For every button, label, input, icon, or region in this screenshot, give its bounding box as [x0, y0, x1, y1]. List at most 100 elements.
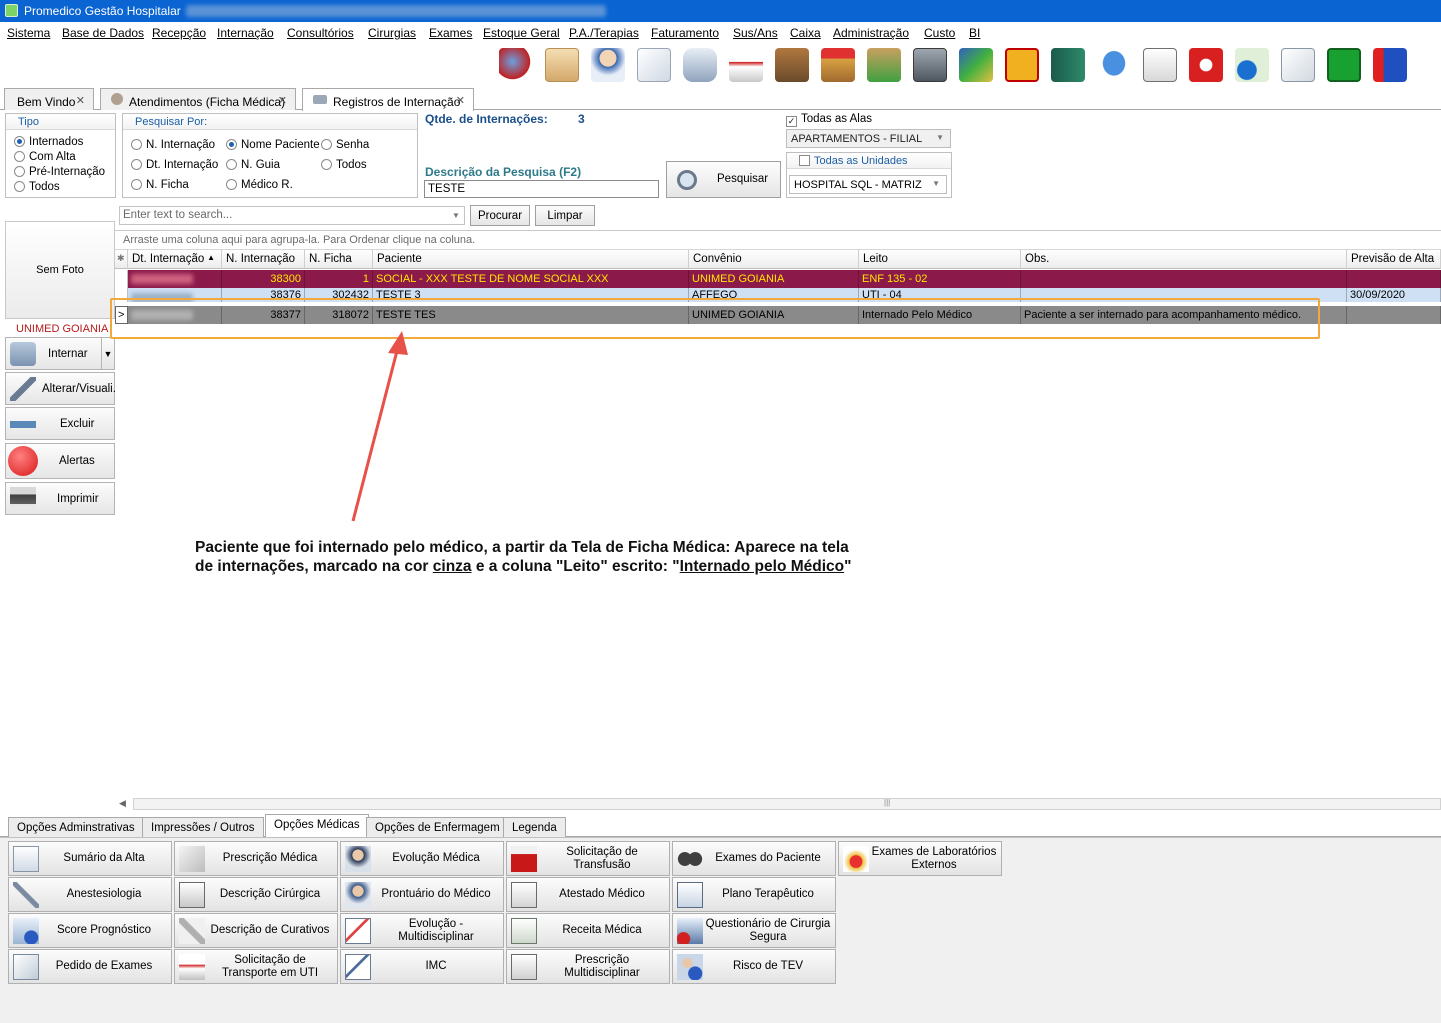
sumario-alta-button[interactable]: Sumário da Alta: [8, 841, 172, 876]
radio-n-internacao[interactable]: N. Internação: [131, 139, 215, 151]
chat-icon[interactable]: [1097, 48, 1131, 82]
limpar-button[interactable]: Limpar: [535, 205, 595, 226]
scroll-grip-icon[interactable]: |||: [884, 798, 890, 807]
alas-select[interactable]: APARTAMENTOS - FILIAL ▼: [786, 129, 951, 148]
menu-faturamento[interactable]: Faturamento: [651, 26, 719, 40]
tab-atendimentos[interactable]: Atendimentos (Ficha Médica) ✕: [100, 88, 296, 110]
score-prognostico-button[interactable]: Score Prognóstico: [8, 913, 172, 948]
menu-estoque-geral[interactable]: Estoque Geral: [483, 26, 560, 40]
radio-pre-internacao[interactable]: Pré-Internação: [14, 166, 105, 178]
radio-com-alta[interactable]: Com Alta: [14, 151, 76, 163]
col-obs[interactable]: Obs.: [1021, 249, 1347, 269]
scrollbar-track[interactable]: |||: [133, 798, 1441, 810]
radio-n-ficha[interactable]: N. Ficha: [131, 179, 189, 191]
horizontal-scrollbar[interactable]: ◀ |||: [115, 797, 1441, 811]
chevron-down-icon[interactable]: ▼: [452, 211, 460, 220]
internar-button[interactable]: Internar: [5, 337, 103, 370]
pedido-exames-button[interactable]: Pedido de Exames: [8, 949, 172, 984]
prontuario-medico-button[interactable]: Prontuário do Médico: [340, 877, 504, 912]
descricao-input[interactable]: TESTE: [424, 180, 659, 198]
menu-internacao[interactable]: Internação: [217, 26, 274, 40]
book-icon[interactable]: [1051, 48, 1085, 82]
menu-bi[interactable]: BI: [969, 26, 980, 40]
col-dt-internacao[interactable]: Dt. Internação ▲: [128, 249, 222, 269]
box-icon[interactable]: [775, 48, 809, 82]
web-icon[interactable]: [1235, 48, 1269, 82]
alterar-button[interactable]: Alterar/Visuali.: [5, 372, 116, 405]
menu-base-de-dados[interactable]: Base de Dados: [62, 26, 144, 40]
imc-button[interactable]: IMC: [340, 949, 504, 984]
chart-money-icon[interactable]: [959, 48, 993, 82]
radio-dt-internacao[interactable]: Dt. Internação: [131, 159, 218, 171]
grid-search-input[interactable]: Enter text to search...: [119, 206, 465, 225]
ecg-icon[interactable]: [1327, 48, 1361, 82]
tab-opcoes-enfermagem[interactable]: Opções de Enfermagem: [366, 817, 509, 837]
risco-tev-button[interactable]: Risco de TEV: [672, 949, 836, 984]
excluir-button[interactable]: Excluir: [5, 407, 115, 440]
radio-nome-paciente[interactable]: Nome Paciente: [226, 139, 320, 151]
tab-opcoes-medicas[interactable]: Opções Médicas: [265, 814, 369, 837]
menu-sus-ans[interactable]: Sus/Ans: [733, 26, 778, 40]
menu-consultorios[interactable]: Consultórios: [287, 26, 354, 40]
col-leito[interactable]: Leito: [859, 249, 1021, 269]
ambulance-icon[interactable]: [729, 48, 763, 82]
imprimir-button[interactable]: Imprimir: [5, 482, 115, 515]
safe-icon[interactable]: [913, 48, 947, 82]
users-icon[interactable]: [545, 48, 579, 82]
menu-cirurgias[interactable]: Cirurgias: [368, 26, 416, 40]
evolucao-multidisciplinar-button[interactable]: Evolução - Multidisciplinar: [340, 913, 504, 948]
radio-senha[interactable]: Senha: [321, 139, 369, 151]
power-icon[interactable]: [1189, 48, 1223, 82]
scroll-left-icon[interactable]: ◀: [119, 798, 126, 809]
descricao-curativos-button[interactable]: Descrição de Curativos: [174, 913, 338, 948]
alertas-button[interactable]: Alertas: [5, 443, 115, 479]
radio-todos-pesquisa[interactable]: Todos: [321, 159, 367, 171]
procurar-button[interactable]: Procurar: [470, 205, 530, 226]
agenda-icon[interactable]: [499, 48, 533, 82]
radio-medico-r[interactable]: Médico R.: [226, 179, 293, 191]
menu-sistema[interactable]: Sistema: [7, 26, 50, 40]
menu-pa-terapias[interactable]: P.A./Terapias: [569, 26, 639, 40]
close-icon[interactable]: ✕: [278, 94, 287, 107]
close-icon[interactable]: ✕: [76, 94, 85, 107]
menu-exames[interactable]: Exames: [429, 26, 472, 40]
col-paciente[interactable]: Paciente: [373, 249, 689, 269]
stock-down-icon[interactable]: [867, 48, 901, 82]
exames-paciente-button[interactable]: Exames do Paciente: [672, 841, 836, 876]
internar-dropdown[interactable]: ▼: [101, 337, 115, 370]
table-row[interactable]: 38300 1 SOCIAL - XXX TESTE DE NOME SOCIA…: [115, 270, 1441, 288]
contacts-icon[interactable]: [1373, 48, 1407, 82]
unidades-select[interactable]: HOSPITAL SQL - MATRIZ ▼: [789, 175, 947, 194]
close-icon[interactable]: ✕: [456, 94, 465, 107]
phone-icon[interactable]: [1005, 48, 1039, 82]
todas-unidades-checkbox[interactable]: Todas as Unidades: [787, 153, 951, 169]
prescricao-medica-button[interactable]: Prescrição Médica: [174, 841, 338, 876]
car-icon[interactable]: [683, 48, 717, 82]
prescricao-multidisciplinar-button[interactable]: Prescrição Multidisciplinar: [506, 949, 670, 984]
evolucao-medica-button[interactable]: Evolução Médica: [340, 841, 504, 876]
todas-alas-checkbox[interactable]: ✓ Todas as Alas: [786, 113, 872, 127]
radio-todos-tipo[interactable]: Todos: [14, 181, 60, 193]
menu-recepcao[interactable]: Recepção: [152, 26, 206, 40]
tab-registros-internacao[interactable]: Registros de Internação ✕: [302, 88, 474, 111]
anestesiologia-button[interactable]: Anestesiologia: [8, 877, 172, 912]
tab-legenda[interactable]: Legenda: [503, 817, 566, 837]
solicitacao-transfusao-button[interactable]: Solicitação de Transfusão: [506, 841, 670, 876]
document-icon[interactable]: [637, 48, 671, 82]
radio-internados[interactable]: Internados: [14, 136, 83, 148]
col-convenio[interactable]: Convênio: [689, 249, 859, 269]
radio-n-guia[interactable]: N. Guia: [226, 159, 280, 171]
tab-bem-vindo[interactable]: Bem Vindo ✕: [4, 88, 94, 110]
pesquisar-button[interactable]: Pesquisar: [666, 161, 781, 198]
doctor-icon[interactable]: [591, 48, 625, 82]
questionario-cirurgia-segura-button[interactable]: Questionário de Cirurgia Segura: [672, 913, 836, 948]
col-n-ficha[interactable]: N. Ficha: [305, 249, 373, 269]
col-previsao-alta[interactable]: Previsão de Alta: [1347, 249, 1441, 269]
menu-administracao[interactable]: Administração: [833, 26, 909, 40]
plano-terapeutico-button[interactable]: Plano Terapêutico: [672, 877, 836, 912]
menu-caixa[interactable]: Caixa: [790, 26, 821, 40]
tab-opcoes-administrativas[interactable]: Opções Adminstrativas: [8, 817, 144, 837]
descricao-cirurgica-button[interactable]: Descrição Cirúrgica: [174, 877, 338, 912]
menu-custo[interactable]: Custo: [924, 26, 955, 40]
exames-laboratorios-externos-button[interactable]: Exames de Laboratórios Externos: [838, 841, 1002, 876]
